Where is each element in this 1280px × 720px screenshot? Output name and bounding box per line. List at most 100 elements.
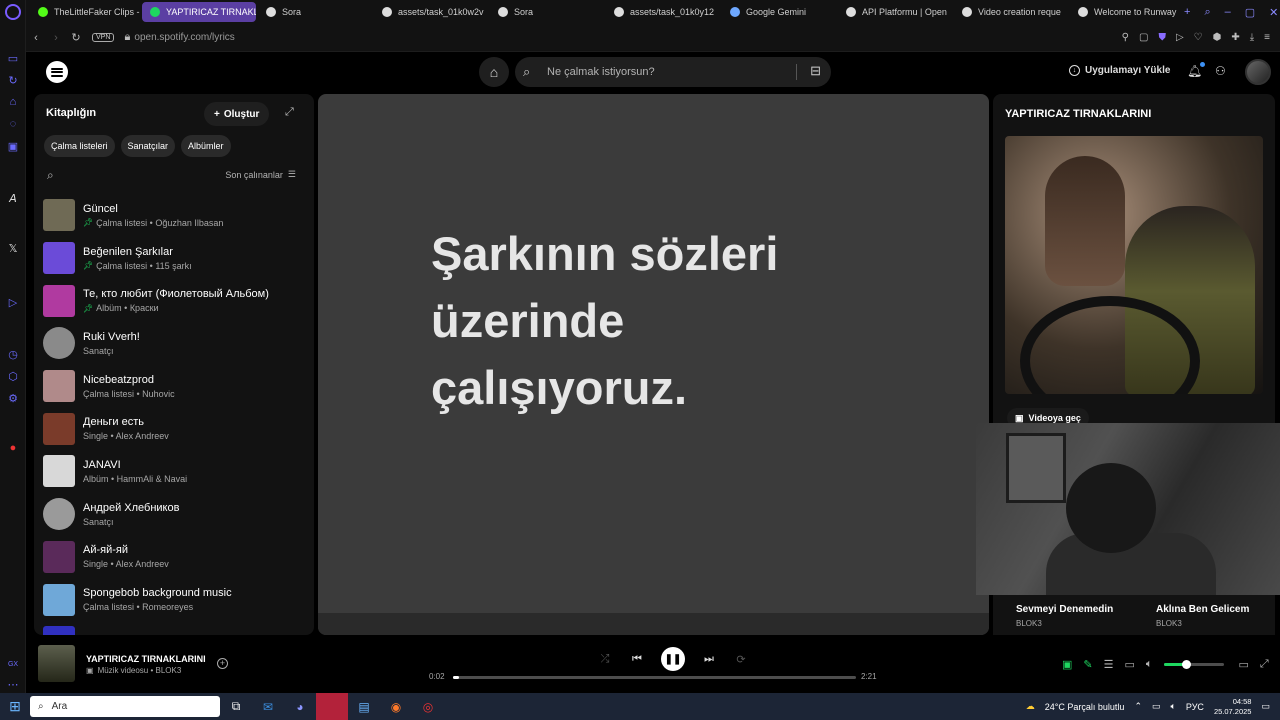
related-card[interactable]: Sevmeyi Denemedin BLOK3 [1016, 604, 1113, 628]
previous-icon[interactable]: ⏮︎ [621, 653, 653, 666]
maximize-icon[interactable]: ▢ [1245, 6, 1255, 19]
snapshot-icon[interactable]: ▢ [1139, 32, 1148, 43]
clock-icon[interactable]: ◷ [5, 346, 21, 362]
back-icon[interactable]: ‹ [26, 32, 46, 44]
vpn-badge[interactable]: VPN [92, 33, 115, 42]
list-item[interactable]: Güncel 📌︎ Çalma listesi • Oğuzhan Ilbasan [43, 194, 308, 237]
install-app-button[interactable]: ↓ Uygulamayı Yükle [1069, 65, 1170, 76]
more-icon[interactable]: ⋯ [5, 676, 21, 692]
pin-icon[interactable]: ⚲ [1122, 32, 1129, 43]
friend-activity-icon[interactable]: ⚇ [1215, 64, 1226, 78]
cube-icon[interactable]: ⬢ [1213, 32, 1222, 43]
browse-icon[interactable]: ⊟ [810, 63, 821, 79]
list-item[interactable]: Baby Love [43, 621, 308, 635]
mini-player-icon[interactable]: ▭ [1239, 658, 1249, 671]
player-track-title[interactable]: YAPTIRICAZ TIRNAKLARINI [86, 654, 206, 664]
minimize-icon[interactable]: – [1225, 6, 1231, 19]
browser-tab[interactable]: assets/task_01k0y12 [606, 2, 720, 22]
now-playing-view-icon[interactable]: ▣ [1062, 658, 1072, 671]
list-item[interactable]: Nicebeatzprod Çalma listesi • Nuhovic [43, 365, 308, 408]
weather-icon[interactable]: ☁ [1026, 701, 1035, 712]
flow-icon[interactable]: ⌂ [5, 94, 21, 110]
network-icon[interactable]: ▭ [1152, 701, 1161, 712]
lyrics-icon[interactable]: ✎ [1083, 658, 1092, 671]
lock-icon[interactable]: 🔒︎ [120, 31, 134, 44]
list-item[interactable]: Ruki Vverh! Sanatçı [43, 322, 308, 365]
history-icon[interactable]: ↻ [5, 72, 21, 88]
chrome-icon[interactable]: ◎ [412, 693, 444, 720]
reload-icon[interactable]: ↻ [66, 31, 86, 44]
fullscreen-icon[interactable]: ⤢ [1260, 658, 1269, 671]
tray-chevron-icon[interactable]: ⌃ [1134, 701, 1142, 712]
firefox-icon[interactable]: ◉ [380, 693, 412, 720]
outlook-icon[interactable]: ✉ [252, 693, 284, 720]
opera-logo-icon[interactable] [5, 4, 21, 20]
aria-icon[interactable]: 𝘈 [5, 190, 21, 206]
download-icon[interactable]: ⤓ [1250, 32, 1254, 43]
explorer-icon[interactable]: ▤ [348, 693, 380, 720]
list-item[interactable]: Те, кто любит (Фиолетовый Альбом) 📌︎ Albüm… [43, 279, 308, 322]
browser-tab[interactable]: Sora [258, 2, 372, 22]
home-icon[interactable]: ⌂ [479, 57, 509, 87]
new-tab-icon[interactable]: + [1184, 6, 1190, 19]
player-icon[interactable]: ▷ [5, 294, 21, 310]
search-input[interactable]: ⌕ Ne çalmak istiyorsun? ⊟ [515, 57, 831, 87]
clock[interactable]: 04:58 25.07.2025 [1214, 697, 1252, 717]
browser-tab[interactable]: API Platformu | Open [838, 2, 952, 22]
recording-icon[interactable]: ● [5, 440, 21, 456]
avatar[interactable] [1245, 59, 1271, 85]
progress-bar[interactable] [453, 676, 856, 679]
filter-chip[interactable]: Çalma listeleri [44, 135, 115, 157]
windows-start-icon[interactable]: ⊞ [0, 698, 30, 715]
list-item[interactable]: Beğenilen Şarkılar 📌︎ Çalma listesi • 115 … [43, 237, 308, 280]
url-field[interactable]: open.spotify.com/lyrics [134, 32, 234, 43]
weather-text[interactable]: 24°C Parçalı bulutlu [1045, 702, 1125, 712]
messenger-icon[interactable]: ▭ [5, 50, 21, 66]
spotify-logo-icon[interactable] [46, 61, 68, 83]
forward-icon[interactable]: › [46, 32, 66, 44]
menu-icon[interactable]: ≡ [1264, 32, 1270, 43]
browser-tab[interactable]: Sora [490, 2, 604, 22]
heart-icon[interactable]: ♡ [1194, 32, 1203, 43]
puzzle-icon[interactable]: ✚ [1231, 32, 1239, 43]
add-to-library-icon[interactable]: + [217, 658, 228, 669]
language-indicator[interactable]: РУС [1186, 702, 1204, 712]
browser-tab[interactable]: Welcome to Runway [1070, 2, 1184, 22]
browser-tab[interactable]: Google Gemini [722, 2, 836, 22]
browser-tab[interactable]: YAPTIRICAZ TIRNAKL [142, 2, 256, 22]
list-item[interactable]: Деньги есть Single • Alex Andreev [43, 407, 308, 450]
opera-taskbar-icon[interactable] [316, 693, 348, 720]
repeat-icon[interactable]: ⟳ [725, 653, 757, 666]
taskbar-search[interactable]: ⌕ Ara [30, 696, 220, 717]
pin-board-icon[interactable]: ▣ [5, 138, 21, 154]
next-icon[interactable]: ⏭︎ [693, 653, 725, 666]
notifications-bell-icon[interactable]: 🔔︎ [1187, 62, 1206, 78]
browser-tab[interactable]: Video creation reque [954, 2, 1068, 22]
settings-icon[interactable]: ⚙ [5, 390, 21, 406]
filter-chip[interactable]: Sanatçılar [120, 135, 176, 157]
task-view-icon[interactable]: ⧉ [220, 693, 252, 720]
list-item[interactable]: Spongebob background music Çalma listesi … [43, 578, 308, 621]
create-button[interactable]: + Oluştur [204, 102, 270, 126]
close-icon[interactable]: ✕ [1269, 6, 1278, 19]
tab-search-icon[interactable]: ⌕ [1204, 6, 1210, 19]
list-item[interactable]: Ай-яй-яй Single • Alex Andreev [43, 536, 308, 579]
filter-chip[interactable]: Albümler [181, 135, 231, 157]
extensions-icon[interactable]: ⬡ [5, 368, 21, 384]
browser-tab[interactable]: TheLittleFaker Clips - [30, 2, 140, 22]
shield-icon[interactable]: ⛊ [1158, 32, 1166, 43]
volume-slider[interactable] [1163, 660, 1224, 669]
now-playing-thumbnail[interactable] [38, 645, 75, 682]
connect-device-icon[interactable]: ▭ [1125, 658, 1135, 671]
chat-icon[interactable]: ◌ [5, 116, 21, 132]
volume-icon[interactable]: 🔈︎ [1146, 658, 1153, 671]
speaker-icon[interactable]: 🔈︎ [1171, 701, 1176, 712]
discord-icon[interactable]: ◕ [284, 693, 316, 720]
expand-icon[interactable]: ⤢ [285, 106, 294, 119]
list-item[interactable]: JANAVI Albüm • HammAli & Navai [43, 450, 308, 493]
list-item[interactable]: Андрей Хлебников Sanatçı [43, 493, 308, 536]
send-icon[interactable]: ▷ [1176, 32, 1184, 43]
notification-center-icon[interactable]: ▭ [1261, 701, 1270, 712]
queue-icon[interactable]: ☰ [1104, 658, 1114, 671]
shuffle-icon[interactable]: ⤮ [589, 653, 621, 666]
